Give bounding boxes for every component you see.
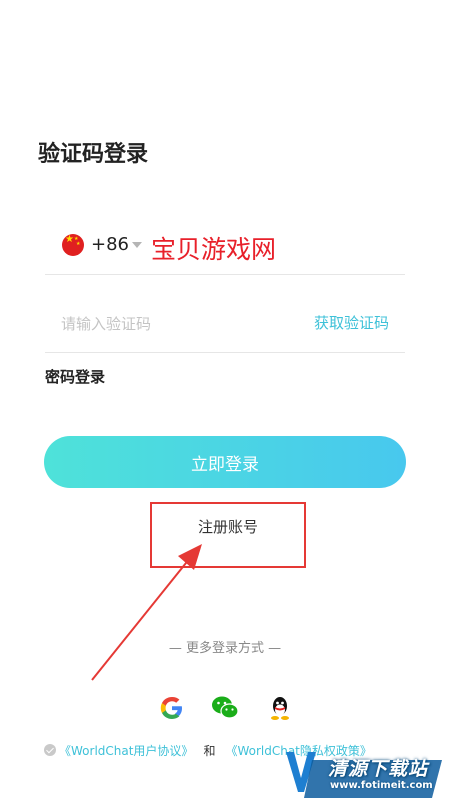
login-button[interactable]: 立即登录 [44,436,406,488]
password-login-link[interactable]: 密码登录 [45,366,105,387]
country-code[interactable]: +86 [91,234,129,255]
agreement-and-text: 和 [203,744,216,758]
chevron-down-icon[interactable] [132,242,142,248]
watermark-name: 清源下载站 [328,758,429,780]
user-agreement-link[interactable]: 《WorldChat用户协议》 [59,744,193,758]
agreement-checkbox[interactable] [44,744,56,756]
wechat-icon[interactable] [211,694,239,722]
more-login-divider: — 更多登录方式 — [168,641,282,656]
google-icon[interactable] [158,694,186,722]
watermark-url: www.fotimeit.com [330,780,433,791]
verify-code-input[interactable] [59,310,283,338]
register-link[interactable]: 注册账号 [150,516,306,537]
china-flag-icon: ★ ★ ★ [62,234,84,256]
annotation-arrow [91,544,202,681]
page-title: 验证码登录 [38,142,149,167]
qq-icon[interactable] [266,694,294,722]
overlay-watermark-text: 宝贝游戏网 [151,235,277,264]
phone-input-row[interactable]: ★ ★ ★ +86 宝贝游戏网 [45,222,405,275]
verify-code-row: 获取验证码 [45,298,405,353]
get-code-button[interactable]: 获取验证码 [314,312,389,333]
